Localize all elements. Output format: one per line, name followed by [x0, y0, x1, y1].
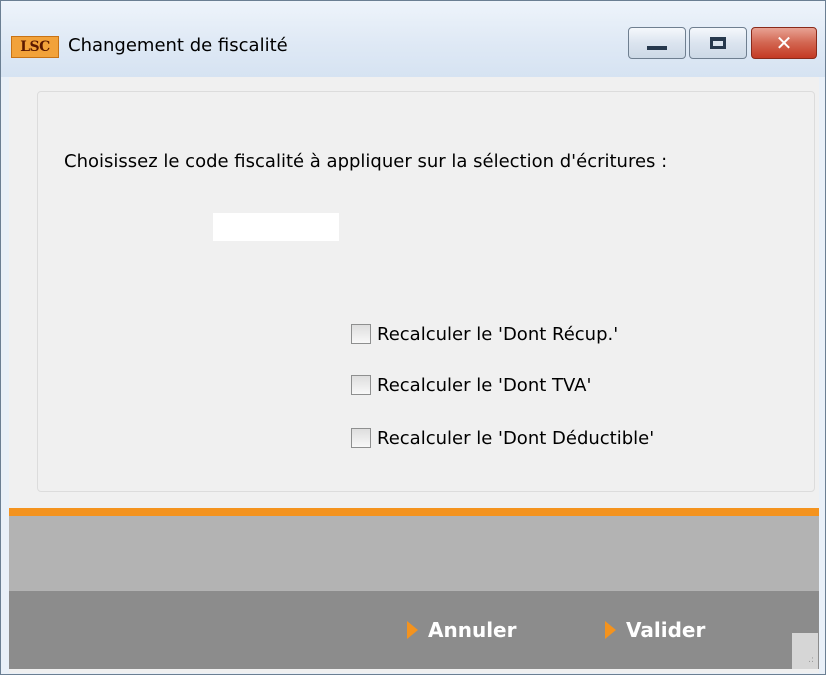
checkbox-box[interactable]	[351, 375, 371, 395]
maximize-button[interactable]	[689, 27, 747, 59]
validate-label: Valider	[626, 618, 706, 642]
resize-grip[interactable]: .:	[792, 633, 818, 669]
dialog-window: LSC Changement de fiscalité ✕ Choisissez…	[0, 0, 826, 675]
minimize-button[interactable]	[628, 27, 686, 59]
checkbox-box[interactable]	[351, 324, 371, 344]
arrow-right-icon	[605, 621, 616, 639]
grip-icon: .:	[808, 655, 814, 665]
app-logo: LSC	[11, 36, 59, 58]
title-bar[interactable]: LSC Changement de fiscalité ✕	[1, 1, 825, 77]
tax-code-input[interactable]	[213, 213, 339, 241]
arrow-right-icon	[407, 621, 418, 639]
recalc-tva-checkbox[interactable]: Recalculer le 'Dont TVA'	[351, 371, 591, 399]
checkbox-label: Recalculer le 'Dont Déductible'	[377, 427, 655, 449]
minimize-icon	[647, 46, 667, 50]
info-band	[9, 516, 819, 591]
cancel-button[interactable]: Annuler	[407, 618, 516, 642]
checkbox-label: Recalculer le 'Dont TVA'	[377, 374, 592, 396]
cancel-label: Annuler	[428, 618, 517, 642]
window-title: Changement de fiscalité	[68, 35, 288, 56]
checkbox-box[interactable]	[351, 428, 371, 448]
prompt-label: Choisissez le code fiscalité à appliquer…	[64, 151, 668, 172]
close-icon: ✕	[775, 31, 793, 55]
maximize-icon	[710, 37, 726, 49]
recalc-recup-checkbox[interactable]: Recalculer le 'Dont Récup.'	[351, 320, 618, 348]
validate-button[interactable]: Valider	[605, 618, 705, 642]
recalc-deductible-checkbox[interactable]: Recalculer le 'Dont Déductible'	[351, 424, 654, 452]
close-button[interactable]: ✕	[751, 27, 817, 59]
checkbox-label: Recalculer le 'Dont Récup.'	[377, 323, 619, 345]
accent-divider	[9, 508, 819, 516]
